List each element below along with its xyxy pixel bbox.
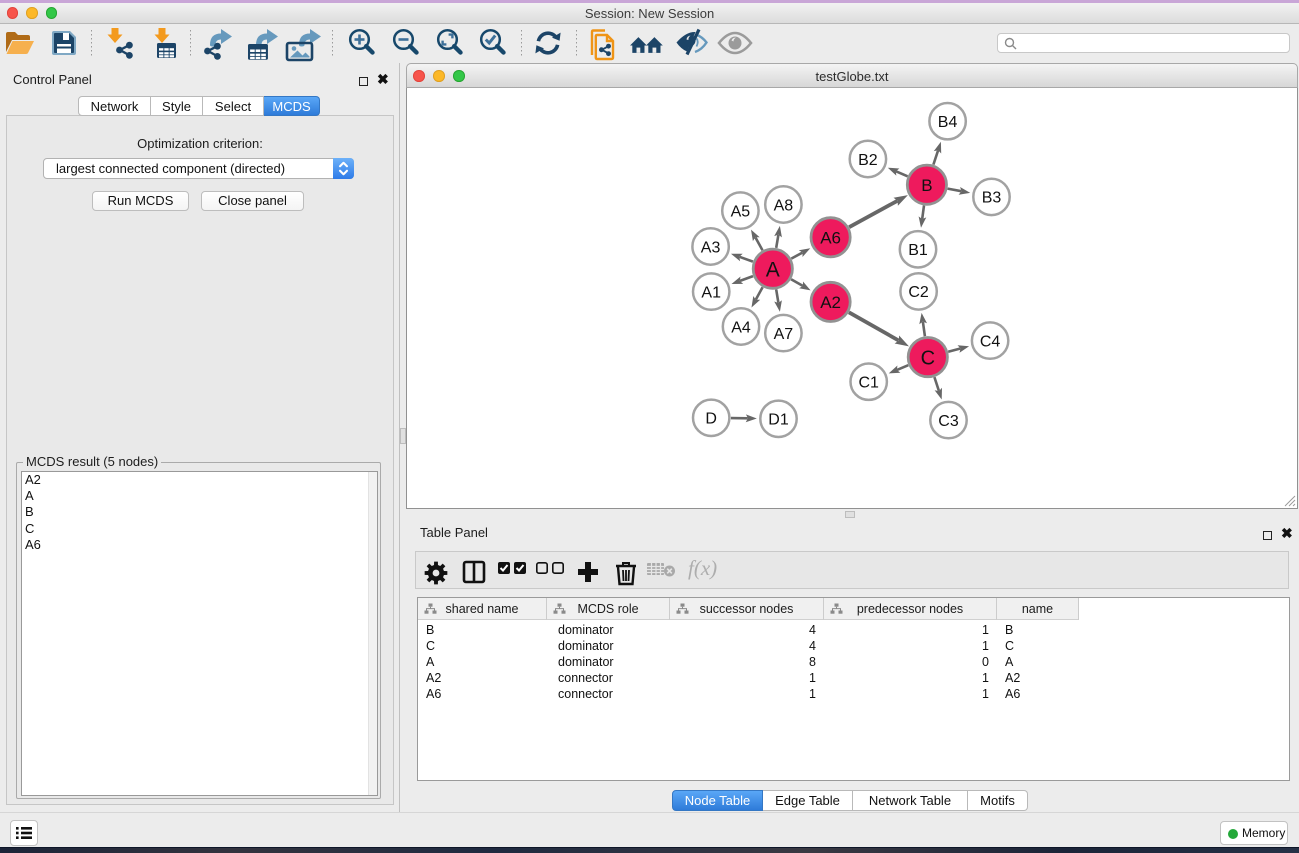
svg-text:B4: B4 bbox=[938, 114, 958, 131]
svg-text:C4: C4 bbox=[980, 333, 1001, 350]
svg-text:D1: D1 bbox=[768, 412, 789, 429]
svg-text:A4: A4 bbox=[731, 319, 751, 336]
svg-text:C1: C1 bbox=[858, 375, 879, 392]
svg-text:B2: B2 bbox=[858, 152, 878, 169]
svg-text:A3: A3 bbox=[701, 239, 721, 256]
svg-text:A: A bbox=[766, 258, 780, 281]
svg-text:C2: C2 bbox=[908, 284, 929, 301]
svg-text:A7: A7 bbox=[774, 326, 794, 343]
svg-text:C: C bbox=[921, 347, 935, 369]
svg-text:C3: C3 bbox=[938, 413, 959, 430]
svg-text:A5: A5 bbox=[731, 203, 751, 220]
svg-text:B: B bbox=[921, 176, 932, 195]
svg-text:B3: B3 bbox=[982, 190, 1002, 207]
svg-text:D: D bbox=[705, 411, 717, 428]
svg-text:A1: A1 bbox=[701, 284, 721, 301]
svg-text:B1: B1 bbox=[908, 242, 928, 259]
svg-text:A8: A8 bbox=[774, 197, 794, 214]
svg-text:A2: A2 bbox=[820, 293, 841, 312]
svg-text:A6: A6 bbox=[820, 228, 841, 247]
